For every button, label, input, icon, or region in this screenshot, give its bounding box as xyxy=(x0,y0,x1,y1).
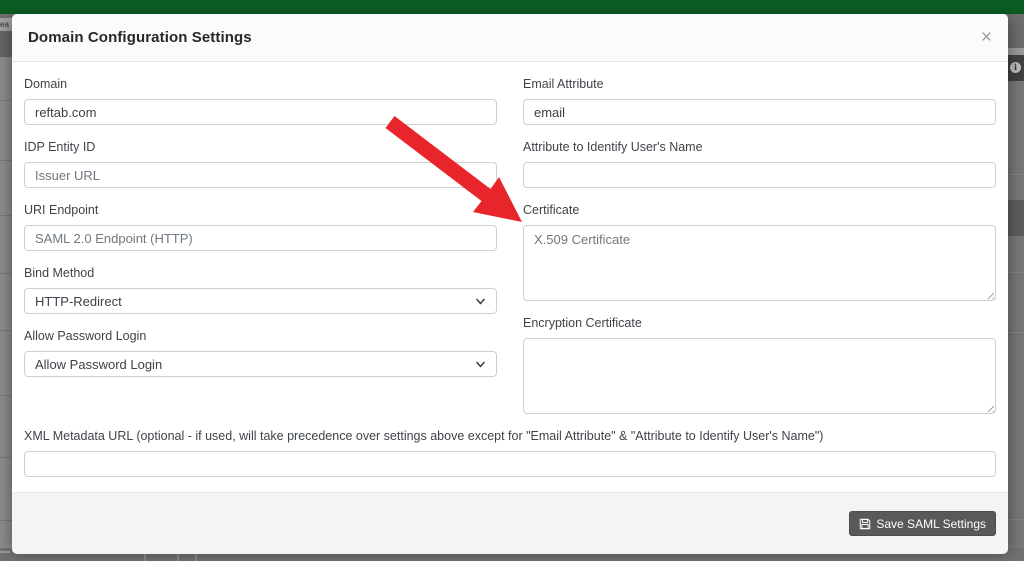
encryption-certificate-label: Encryption Certificate xyxy=(523,316,642,330)
background-page-right-edge: i xyxy=(1008,14,1024,561)
domain-label: Domain xyxy=(24,77,68,91)
background-row-divider xyxy=(1008,332,1024,333)
uri-endpoint-label: URI Endpoint xyxy=(24,203,99,217)
bind-method-select[interactable]: HTTP-Redirect xyxy=(24,288,497,314)
background-row-divider xyxy=(0,457,12,458)
chevron-down-icon xyxy=(476,361,485,367)
chevron-down-icon xyxy=(476,298,485,304)
domain-input[interactable] xyxy=(24,99,497,125)
allow-password-login-selected-value: Allow Password Login xyxy=(35,356,163,372)
left-column: Domain IDP Entity ID URI Endpoint Bind M… xyxy=(24,77,497,429)
background-toolbar-fragment: i xyxy=(1008,55,1024,81)
background-row-divider xyxy=(1008,174,1024,175)
uri-endpoint-input[interactable] xyxy=(24,225,497,251)
save-icon xyxy=(860,518,871,529)
background-row-divider xyxy=(0,215,12,216)
background-fragment xyxy=(1008,14,1024,48)
email-attribute-label: Email Attribute xyxy=(523,77,604,91)
background-fragment xyxy=(0,31,12,57)
background-row-divider xyxy=(0,100,12,101)
screen: ea i Domain Configuration Settings × Dom… xyxy=(0,0,1024,561)
certificate-label: Certificate xyxy=(523,203,580,217)
xml-metadata-group: XML Metadata URL (optional - if used, wi… xyxy=(24,429,996,477)
domain-configuration-modal: Domain Configuration Settings × Domain I… xyxy=(12,14,1008,554)
background-row-divider xyxy=(0,395,12,396)
background-row-divider xyxy=(0,273,12,274)
email-attribute-input[interactable] xyxy=(523,99,996,125)
modal-title: Domain Configuration Settings xyxy=(28,29,252,46)
info-icon: i xyxy=(1010,62,1021,73)
right-column: Email Attribute Attribute to Identify Us… xyxy=(523,77,996,429)
idp-entity-id-input[interactable] xyxy=(24,162,497,188)
close-icon[interactable]: × xyxy=(981,28,992,47)
background-top-nav-bar xyxy=(0,0,1024,14)
encryption-certificate-field[interactable] xyxy=(523,338,996,414)
background-fragment xyxy=(1008,200,1024,236)
bind-method-label: Bind Method xyxy=(24,266,95,280)
background-row-divider xyxy=(1008,519,1024,520)
save-button-label: Save SAML Settings xyxy=(876,516,986,531)
bind-method-selected-value: HTTP-Redirect xyxy=(35,293,122,309)
allow-password-login-select[interactable]: Allow Password Login xyxy=(24,351,497,377)
background-row-divider xyxy=(0,330,12,331)
background-fragment xyxy=(0,551,10,553)
save-saml-settings-button[interactable]: Save SAML Settings xyxy=(849,511,996,536)
background-page-left-edge: ea xyxy=(0,14,12,561)
background-row-divider xyxy=(0,160,12,161)
name-attribute-input[interactable] xyxy=(523,162,996,188)
certificate-field[interactable] xyxy=(523,225,996,301)
xml-metadata-url-input[interactable] xyxy=(24,451,996,477)
background-fragment xyxy=(1008,48,1024,55)
modal-header: Domain Configuration Settings × xyxy=(12,14,1008,62)
name-attribute-label: Attribute to Identify User's Name xyxy=(523,140,703,154)
background-row-divider xyxy=(0,520,12,521)
background-text-fragment: ea xyxy=(0,18,12,31)
modal-footer: Save SAML Settings xyxy=(12,492,1008,554)
allow-password-login-label: Allow Password Login xyxy=(24,329,147,343)
idp-entity-id-label: IDP Entity ID xyxy=(24,140,96,154)
modal-body: Domain IDP Entity ID URI Endpoint Bind M… xyxy=(12,62,1008,492)
xml-metadata-url-label: XML Metadata URL (optional - if used, wi… xyxy=(24,429,824,443)
background-row-divider xyxy=(1008,272,1024,273)
